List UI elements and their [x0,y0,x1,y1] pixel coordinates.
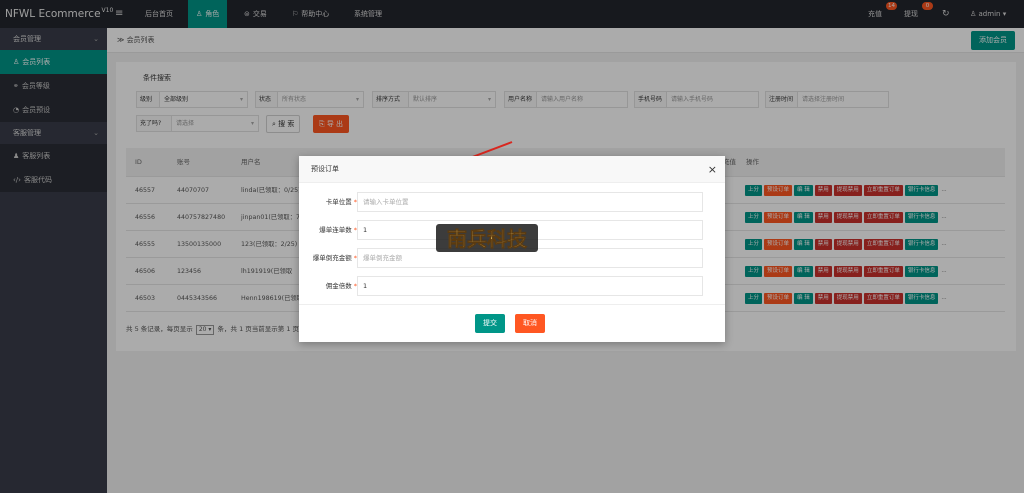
watermark-logo: 南兵科技 [436,224,538,252]
card-position-label: 卡单位置 * [299,192,357,212]
commission-multiplier-value: 1 [363,282,368,290]
cancel-button[interactable]: 取消 [515,314,545,333]
card-position-placeholder: 请输入卡单位置 [363,198,409,206]
modal-header: 预设订单 × [299,156,725,183]
card-position-label-text: 卡单位置 [325,198,352,206]
burst-amount-label: 爆单倒充金额 * [299,248,357,268]
commission-multiplier-label-text: 佣金倍数 [325,282,352,290]
burst-count-label-text: 爆单连单数 [319,226,352,234]
commission-multiplier-input[interactable]: 1 [357,276,703,296]
close-icon[interactable]: × [708,156,717,183]
burst-amount-placeholder: 爆单倒充金额 [363,254,402,262]
burst-count-value: 1 [363,226,368,234]
burst-amount-label-text: 爆单倒充金额 [312,254,352,262]
modal-divider [299,304,725,305]
commission-multiplier-label: 佣金倍数 * [299,276,357,296]
card-position-input[interactable]: 请输入卡单位置 [357,192,703,212]
burst-count-label: 爆单连单数 * [299,220,357,240]
submit-button[interactable]: 提交 [475,314,505,333]
modal-title: 预设订单 [311,165,339,173]
svg-text:南兵科技: 南兵科技 [447,227,528,251]
